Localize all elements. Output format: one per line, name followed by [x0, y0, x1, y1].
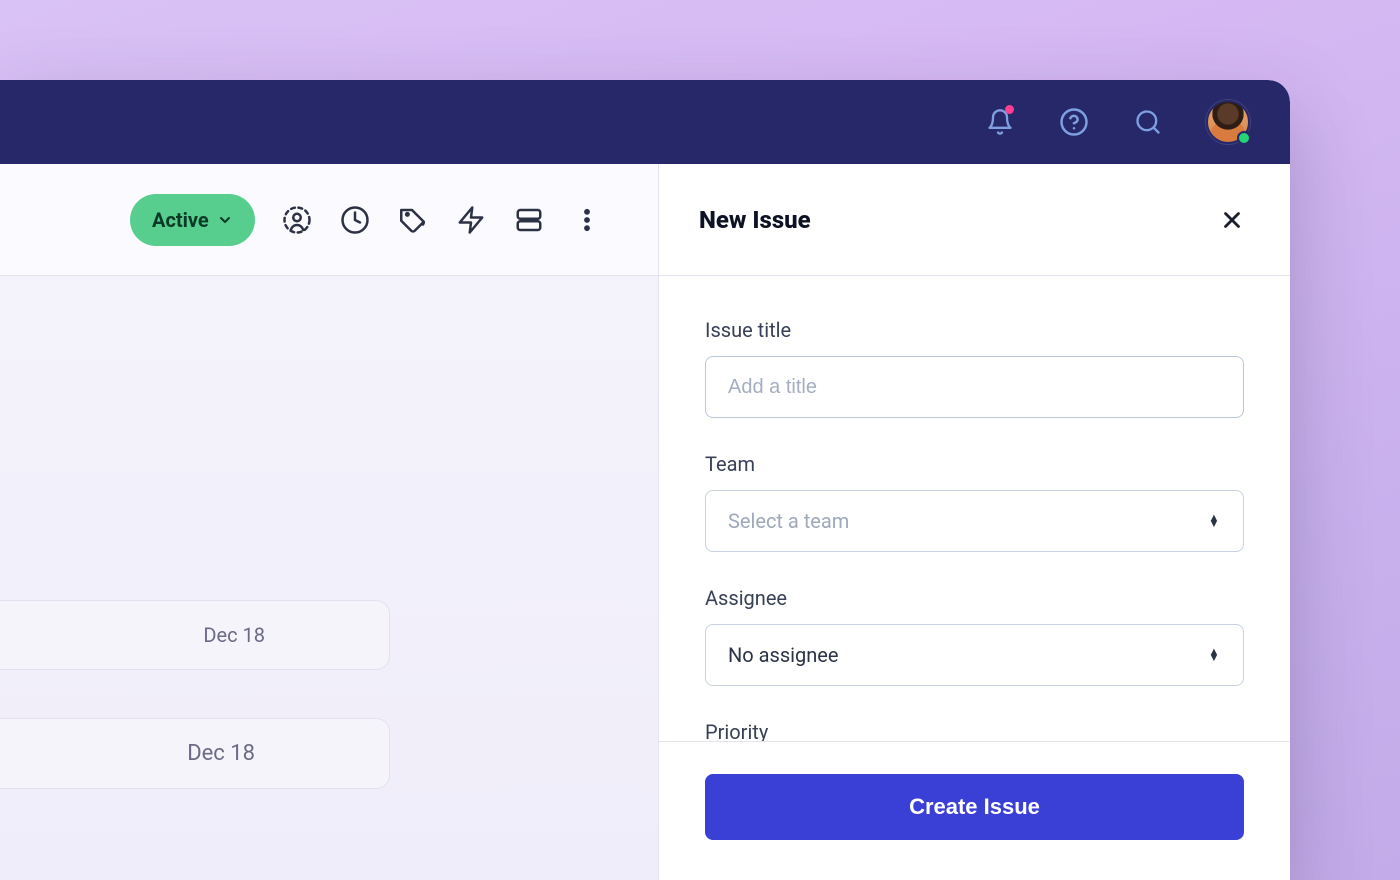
select-caret-icon: ▲▼	[1207, 515, 1221, 527]
help-button[interactable]	[1058, 106, 1090, 138]
priority-label: Priority	[705, 720, 1244, 741]
panel-footer: Create Issue	[659, 741, 1290, 880]
time-filter-button[interactable]	[339, 204, 371, 236]
automation-button[interactable]	[455, 204, 487, 236]
help-icon	[1059, 107, 1089, 137]
chevron-down-icon	[217, 212, 233, 228]
team-label: Team	[705, 452, 1244, 476]
tag-icon	[398, 205, 428, 235]
card-date: Dec 18	[5, 741, 365, 766]
list-item[interactable]: Dec 18	[0, 600, 390, 670]
notification-dot-icon	[1005, 105, 1014, 114]
assignee-filter-button[interactable]	[281, 204, 313, 236]
card-date: Dec 18	[5, 623, 365, 647]
search-button[interactable]	[1132, 106, 1164, 138]
bolt-icon	[456, 205, 486, 235]
assignee-select[interactable]: No assignee ▲▼	[705, 624, 1244, 686]
clock-icon	[340, 205, 370, 235]
new-issue-panel: New Issue Issue title Team Select a team…	[658, 164, 1290, 880]
issue-title-field: Issue title	[705, 318, 1244, 418]
select-caret-icon: ▲▼	[1207, 649, 1221, 661]
list-item[interactable]: Dec 18	[0, 718, 390, 789]
panel-header: New Issue	[659, 164, 1290, 276]
person-dashed-icon	[282, 205, 312, 235]
create-issue-button[interactable]: Create Issue	[705, 774, 1244, 840]
search-icon	[1134, 108, 1162, 136]
layout-button[interactable]	[513, 204, 545, 236]
more-menu-button[interactable]	[571, 204, 603, 236]
team-field: Team Select a team ▲▼	[705, 452, 1244, 552]
issue-title-label: Issue title	[705, 318, 1244, 342]
team-select-value: Select a team	[728, 509, 849, 533]
presence-dot-icon	[1237, 131, 1251, 145]
assignee-field: Assignee No assignee ▲▼	[705, 586, 1244, 686]
priority-field: Priority	[705, 720, 1244, 741]
issue-title-input[interactable]	[705, 356, 1244, 418]
top-navbar	[0, 80, 1290, 164]
panel-body: Issue title Team Select a team ▲▼ Assign…	[659, 276, 1290, 741]
kebab-icon	[573, 206, 601, 234]
assignee-select-value: No assignee	[728, 643, 839, 667]
close-panel-button[interactable]	[1218, 206, 1246, 234]
notifications-button[interactable]	[984, 106, 1016, 138]
filter-chip-label: Active	[152, 208, 209, 232]
tag-filter-button[interactable]	[397, 204, 429, 236]
assignee-label: Assignee	[705, 586, 1244, 610]
team-select[interactable]: Select a team ▲▼	[705, 490, 1244, 552]
close-icon	[1219, 207, 1245, 233]
app-window: Active Dec 18 Dec 18 New Issue	[0, 80, 1290, 880]
user-avatar-button[interactable]	[1206, 100, 1250, 144]
rows-icon	[514, 205, 544, 235]
panel-title: New Issue	[699, 206, 811, 234]
filter-active-chip[interactable]: Active	[130, 194, 255, 246]
